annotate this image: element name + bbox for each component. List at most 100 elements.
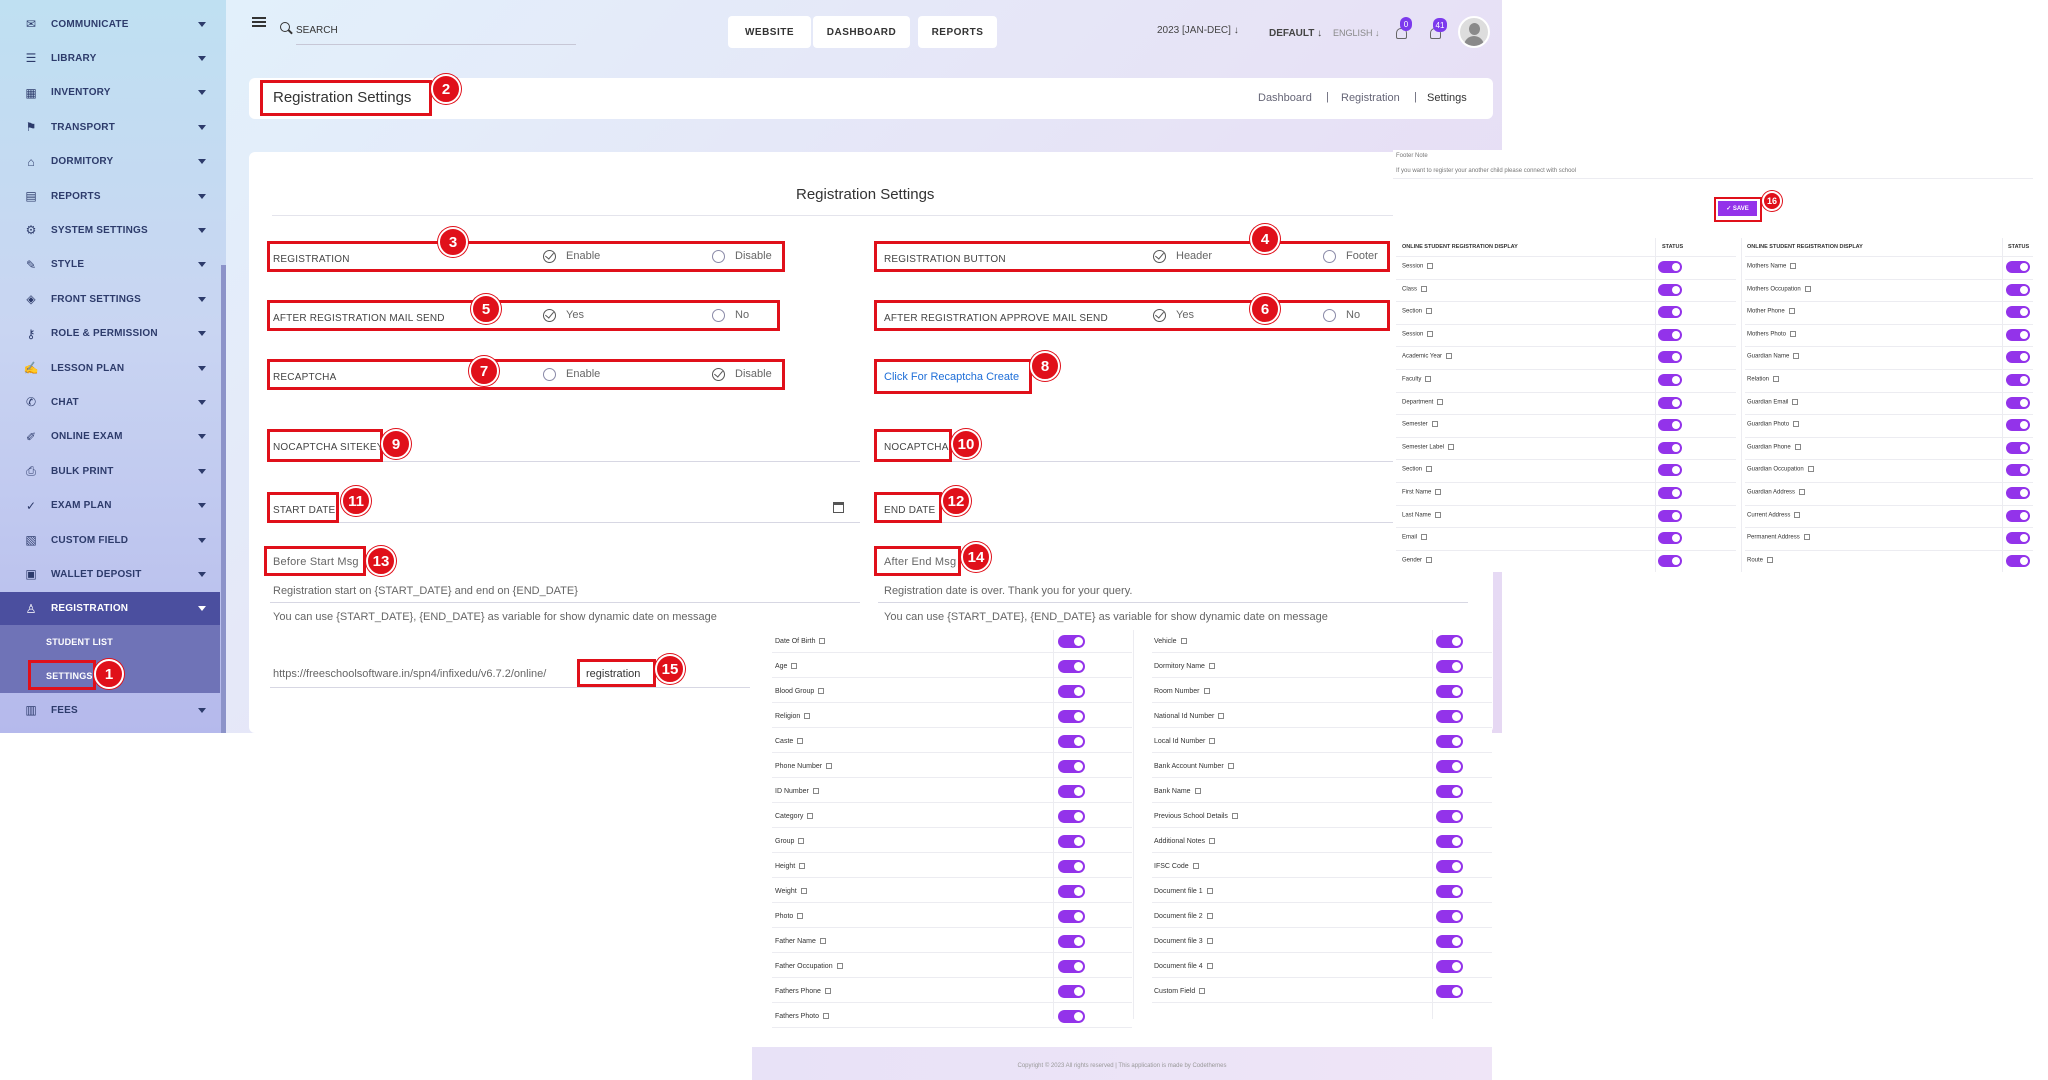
status-toggle[interactable]: [1436, 960, 1463, 973]
edit-icon[interactable]: [1788, 308, 1795, 315]
status-toggle[interactable]: [1058, 735, 1085, 748]
edit-icon[interactable]: [819, 638, 826, 645]
edit-icon[interactable]: [819, 938, 826, 945]
status-toggle[interactable]: [1058, 1010, 1085, 1023]
edit-icon[interactable]: [1426, 556, 1433, 563]
status-toggle[interactable]: [2006, 374, 2030, 386]
sidebar-item-online-exam[interactable]: ✐ ONLINE EXAM: [0, 420, 220, 454]
status-toggle[interactable]: [2006, 509, 2030, 522]
status-toggle[interactable]: [1058, 785, 1085, 798]
status-toggle[interactable]: [1658, 509, 1682, 522]
sidebar-item-dormitory[interactable]: ⌂ DORMITORY: [0, 145, 220, 179]
status-toggle[interactable]: [2006, 261, 2030, 273]
status-toggle[interactable]: [1658, 532, 1682, 545]
edit-icon[interactable]: [1793, 353, 1800, 360]
status-toggle[interactable]: [2006, 419, 2030, 432]
edit-icon[interactable]: [1180, 638, 1187, 645]
edit-icon[interactable]: [1203, 688, 1210, 695]
edit-icon[interactable]: [797, 738, 804, 745]
edit-icon[interactable]: [799, 863, 806, 870]
status-toggle[interactable]: [1436, 685, 1463, 698]
sidebar-item-wallet-deposit[interactable]: ▣ WALLET DEPOSIT: [0, 557, 220, 591]
edit-icon[interactable]: [1427, 330, 1434, 337]
status-toggle[interactable]: [1436, 760, 1463, 773]
sidebar-item-style[interactable]: ✎ STYLE: [0, 248, 220, 282]
status-toggle[interactable]: [1058, 860, 1085, 873]
status-toggle[interactable]: [1058, 960, 1085, 973]
status-toggle[interactable]: [1658, 396, 1682, 409]
edit-icon[interactable]: [1218, 713, 1225, 720]
status-toggle[interactable]: [1436, 910, 1463, 923]
status-toggle[interactable]: [1658, 441, 1682, 454]
edit-icon[interactable]: [798, 838, 805, 845]
edit-icon[interactable]: [1206, 888, 1213, 895]
edit-icon[interactable]: [1208, 838, 1215, 845]
edit-icon[interactable]: [800, 888, 807, 895]
status-toggle[interactable]: [1436, 710, 1463, 723]
edit-icon[interactable]: [1794, 511, 1801, 518]
sidebar-item-fees[interactable]: ▥ FEES: [0, 693, 220, 727]
edit-icon[interactable]: [807, 813, 814, 820]
sidebar-item-exam-plan[interactable]: ✓ EXAM PLAN: [0, 489, 220, 523]
edit-icon[interactable]: [791, 663, 798, 670]
sidebar-item-inventory[interactable]: ▦ INVENTORY: [0, 76, 220, 110]
status-toggle[interactable]: [1058, 835, 1085, 848]
reports-button[interactable]: REPORTS: [918, 16, 997, 48]
status-toggle[interactable]: [1436, 835, 1463, 848]
status-toggle[interactable]: [1658, 328, 1682, 341]
edit-icon[interactable]: [1773, 376, 1780, 382]
sidebar-item-bulk-print[interactable]: ⎙ BULK PRINT: [0, 454, 220, 488]
status-toggle[interactable]: [1058, 660, 1085, 673]
edit-icon[interactable]: [1792, 398, 1799, 405]
edit-icon[interactable]: [1209, 738, 1216, 745]
status-toggle[interactable]: [1058, 760, 1085, 773]
menu-toggle-icon[interactable]: [252, 17, 266, 27]
edit-icon[interactable]: [1448, 443, 1455, 450]
status-toggle[interactable]: [2006, 396, 2030, 409]
edit-icon[interactable]: [1804, 285, 1811, 292]
edit-icon[interactable]: [1227, 763, 1234, 770]
status-toggle[interactable]: [2006, 283, 2030, 296]
status-toggle[interactable]: [1658, 261, 1682, 273]
search-input[interactable]: [296, 17, 576, 45]
status-toggle[interactable]: [1436, 810, 1463, 823]
status-toggle[interactable]: [1436, 885, 1463, 898]
calendar-icon[interactable]: [833, 502, 844, 513]
edit-icon[interactable]: [1427, 263, 1434, 269]
edit-icon[interactable]: [812, 788, 819, 795]
edit-icon[interactable]: [1199, 988, 1206, 995]
status-toggle[interactable]: [1058, 935, 1085, 948]
edit-icon[interactable]: [836, 963, 843, 970]
status-toggle[interactable]: [2006, 328, 2030, 341]
breadcrumb-registration[interactable]: Registration: [1341, 92, 1400, 104]
edit-icon[interactable]: [818, 688, 825, 695]
status-toggle[interactable]: [1436, 860, 1463, 873]
status-toggle[interactable]: [1658, 419, 1682, 432]
edit-icon[interactable]: [1435, 489, 1442, 495]
edit-icon[interactable]: [1206, 938, 1213, 945]
status-toggle[interactable]: [1058, 985, 1085, 998]
edit-icon[interactable]: [1206, 963, 1213, 970]
sidebar-item-front-settings[interactable]: ◈ FRONT SETTINGS: [0, 282, 220, 316]
edit-icon[interactable]: [1421, 534, 1428, 541]
status-toggle[interactable]: [1436, 735, 1463, 748]
sidebar-item-library[interactable]: ☰ LIBRARY: [0, 41, 220, 75]
edit-icon[interactable]: [826, 763, 833, 770]
edit-icon[interactable]: [1231, 813, 1238, 820]
status-toggle[interactable]: [1436, 785, 1463, 798]
edit-icon[interactable]: [1192, 863, 1199, 870]
status-toggle[interactable]: [2006, 306, 2030, 319]
edit-icon[interactable]: [1790, 330, 1797, 337]
status-toggle[interactable]: [2006, 532, 2030, 545]
sidebar-item-lesson-plan[interactable]: ✍ LESSON PLAN: [0, 351, 220, 385]
edit-icon[interactable]: [1767, 556, 1774, 563]
sidebar-subitem-student-list[interactable]: STUDENT LIST: [0, 625, 220, 659]
status-toggle[interactable]: [2006, 441, 2030, 454]
status-toggle[interactable]: [1658, 306, 1682, 319]
before-start-msg-input[interactable]: Registration start on {START_DATE} and e…: [273, 585, 578, 597]
status-toggle[interactable]: [1058, 910, 1085, 923]
status-toggle[interactable]: [1436, 660, 1463, 673]
breadcrumb-dashboard[interactable]: Dashboard: [1258, 92, 1312, 104]
edit-icon[interactable]: [1435, 511, 1442, 518]
academic-year-select[interactable]: 2023 [JAN-DEC] ↓: [1157, 25, 1239, 36]
